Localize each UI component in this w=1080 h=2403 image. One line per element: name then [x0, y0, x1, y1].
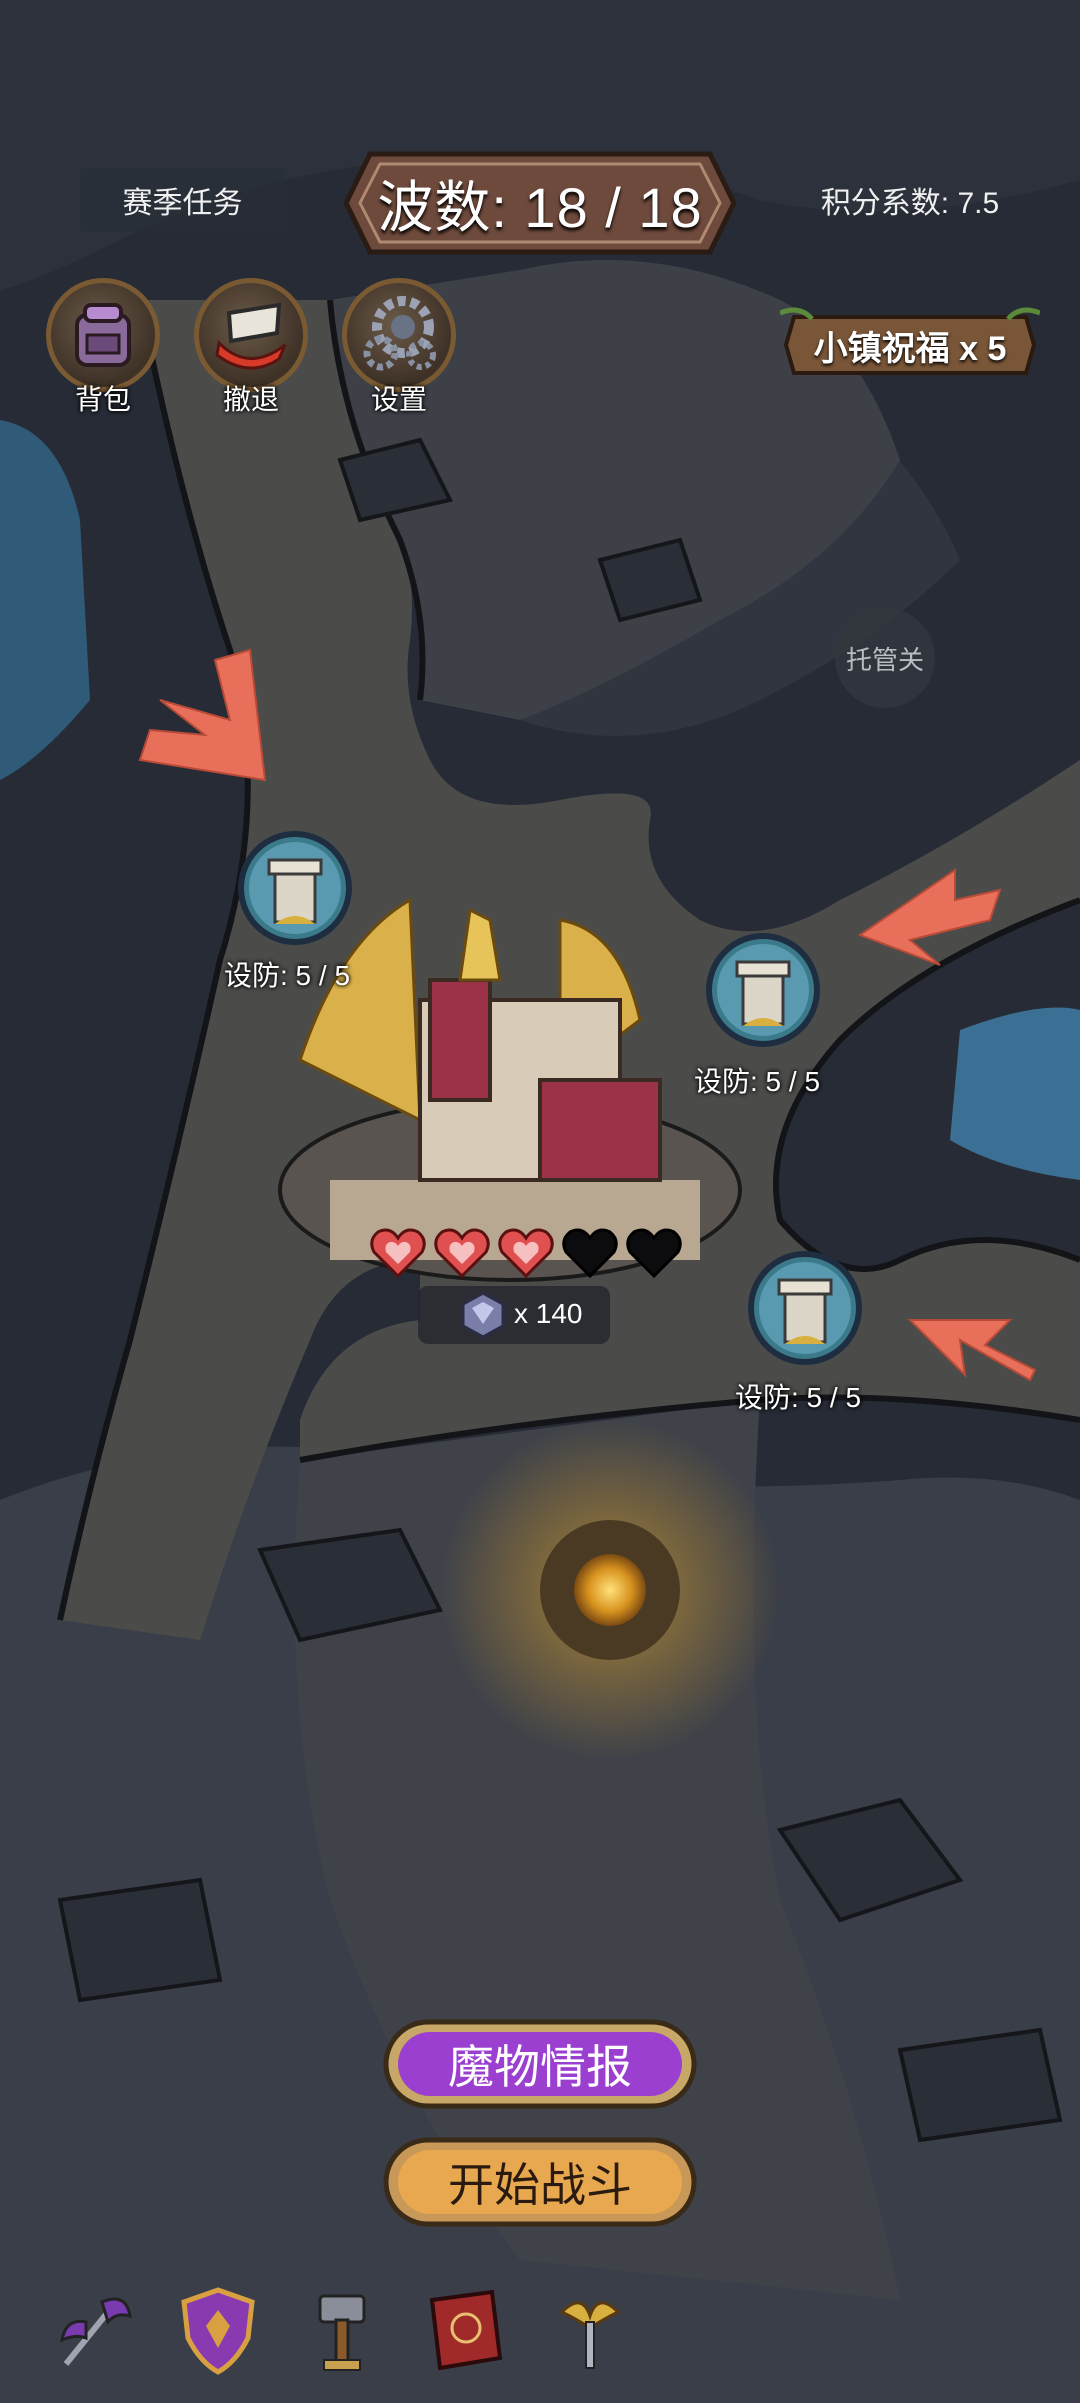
- tower-defense-label-southeast: 设防: 5 / 5: [735, 1382, 862, 1413]
- hammer-icon[interactable]: [294, 2282, 390, 2378]
- tower-icon: [706, 933, 820, 1047]
- tower-icon: [238, 831, 352, 945]
- heart-full-icon: [434, 1228, 490, 1279]
- tower-defense-label-east: 设防: 5 / 5: [694, 1066, 821, 1097]
- battle-axe-icon[interactable]: [46, 2282, 142, 2378]
- winged-sword-icon[interactable]: [542, 2282, 638, 2378]
- settings-label: 设置: [370, 384, 427, 415]
- tower-icon: [748, 1251, 862, 1365]
- start-battle-label: 开始战斗: [448, 2159, 632, 2211]
- tower-slot-west[interactable]: [235, 828, 355, 948]
- wave-label: 波数: 18 / 18: [377, 175, 703, 239]
- heart-full-icon: [370, 1228, 426, 1279]
- backpack-button[interactable]: 背包: [38, 278, 168, 418]
- auto-mode-toggle[interactable]: 托管关: [835, 608, 935, 708]
- retreat-button[interactable]: 撤退: [186, 278, 316, 418]
- heart-empty-icon: [562, 1228, 618, 1279]
- gem-counter: x 140: [418, 1286, 610, 1344]
- score-factor: 积分系数: 7.5: [820, 187, 1000, 220]
- monster-info-label: 魔物情报: [448, 2041, 632, 2093]
- gears-icon: [342, 278, 456, 392]
- start-battle-button[interactable]: 开始战斗: [380, 2132, 700, 2232]
- settings-button[interactable]: 设置: [334, 278, 464, 418]
- base-hearts: [368, 1224, 688, 1284]
- spellbook-icon[interactable]: [418, 2282, 514, 2378]
- tower-slot-southeast[interactable]: [745, 1248, 865, 1368]
- tower-defense-label-west: 设防: 5 / 5: [224, 960, 351, 991]
- town-blessing-label: 小镇祝福 x 5: [813, 329, 1007, 368]
- heart-empty-icon: [626, 1228, 682, 1279]
- town-blessing-banner[interactable]: 小镇祝福 x 5: [780, 305, 1040, 385]
- wave-counter: 波数: 18 / 18: [340, 148, 740, 258]
- shield-icon[interactable]: [170, 2282, 266, 2378]
- heart-full-icon: [498, 1228, 554, 1279]
- monster-info-button[interactable]: 魔物情报: [380, 2014, 700, 2114]
- gem-icon: [461, 1291, 505, 1339]
- backpack-label: 背包: [74, 384, 131, 415]
- tower-slot-east[interactable]: [703, 930, 823, 1050]
- retreat-flag-icon: [194, 278, 308, 392]
- season-tasks-button[interactable]: 赛季任务: [80, 168, 285, 232]
- backpack-icon: [46, 278, 160, 392]
- retreat-label: 撤退: [222, 384, 279, 415]
- gem-count: x 140: [514, 1298, 583, 1329]
